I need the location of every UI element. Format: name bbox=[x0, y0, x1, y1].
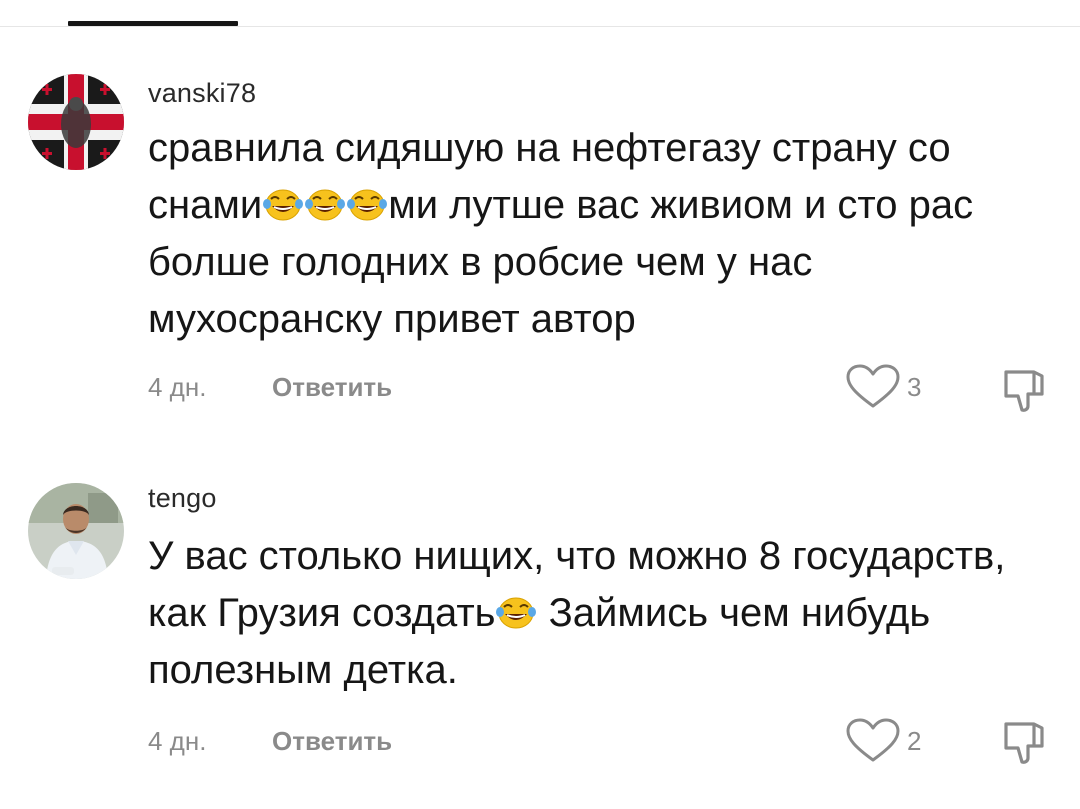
thumbs-down-icon bbox=[1004, 722, 1044, 764]
tears-of-joy-emoji-icon bbox=[262, 183, 304, 221]
heart-icon bbox=[846, 364, 900, 408]
comment-text: сравнила сидяшую на нефтегазу страну со … bbox=[148, 120, 1048, 348]
avatar[interactable] bbox=[28, 74, 124, 170]
like-button[interactable]: 2 bbox=[845, 718, 921, 764]
tab-divider bbox=[0, 26, 1080, 27]
username[interactable]: vanski78 bbox=[148, 78, 256, 109]
like-count: 3 bbox=[907, 371, 922, 402]
dislike-button[interactable] bbox=[1000, 366, 1048, 414]
avatar[interactable] bbox=[28, 483, 124, 579]
comments-screen: vanski78 сравнила сидяшую на нефтегазу с… bbox=[0, 0, 1080, 809]
flag-avatar-icon bbox=[28, 74, 124, 170]
reply-button[interactable]: Ответить bbox=[272, 372, 392, 403]
comment-time: 4 дн. bbox=[148, 371, 207, 402]
tears-of-joy-emoji-icon bbox=[346, 183, 388, 221]
reply-button[interactable]: Ответить bbox=[272, 726, 392, 757]
like-count: 2 bbox=[907, 725, 922, 756]
thumbs-down-icon bbox=[1004, 370, 1044, 412]
comment-time: 4 дн. bbox=[148, 725, 207, 756]
comment-meta: 4 дн. Ответить bbox=[148, 372, 392, 402]
user-photo-avatar-icon bbox=[28, 483, 124, 579]
username[interactable]: tengo bbox=[148, 483, 217, 514]
like-button[interactable]: 3 bbox=[845, 364, 921, 410]
dislike-button[interactable] bbox=[1000, 718, 1048, 766]
comment-text: У вас столько нищих, что можно 8 государ… bbox=[148, 528, 1048, 699]
tears-of-joy-emoji-icon bbox=[495, 591, 537, 629]
active-tab-indicator[interactable] bbox=[68, 21, 238, 26]
tears-of-joy-emoji-icon bbox=[304, 183, 346, 221]
comment-meta: 4 дн. Ответить bbox=[148, 726, 392, 756]
heart-icon bbox=[846, 718, 900, 762]
